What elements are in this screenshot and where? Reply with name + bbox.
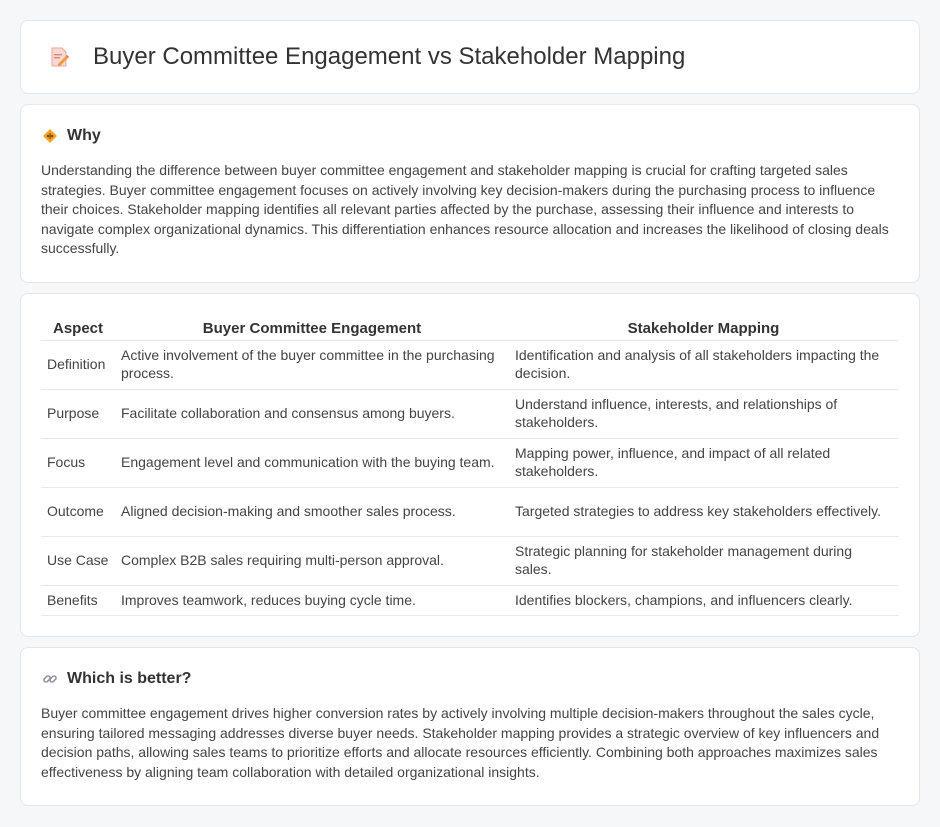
diamond-warning-icon [41, 127, 59, 145]
stakeholder-cell: Targeted strategies to address key stake… [509, 487, 898, 537]
table-row: Purpose Facilitate collaboration and con… [41, 389, 898, 439]
aspect-cell: Use Case [41, 536, 115, 586]
link-icon [41, 670, 59, 688]
why-text: Understanding the difference between buy… [41, 162, 889, 256]
aspect-cell: Outcome [41, 487, 115, 537]
stakeholder-cell: Strategic planning for stakeholder manag… [509, 536, 898, 586]
column-header-stakeholder-mapping: Stakeholder Mapping [509, 312, 898, 341]
which-better-section: Which is better? Buyer committee engagem… [20, 647, 920, 806]
page-title: Buyer Committee Engagement vs Stakeholde… [93, 43, 686, 70]
why-heading: Why [67, 127, 101, 144]
stakeholder-cell: Identification and analysis of all stake… [509, 340, 898, 390]
stakeholder-cell: Identifies blockers, champions, and infl… [509, 585, 898, 616]
aspect-cell: Focus [41, 438, 115, 488]
aspect-cell: Definition [41, 340, 115, 390]
stakeholder-cell: Understand influence, interests, and rel… [509, 389, 898, 439]
comparison-table: Aspect Buyer Committee Engagement Stakeh… [41, 312, 898, 616]
page-header: Buyer Committee Engagement vs Stakeholde… [20, 20, 920, 94]
table-row: Definition Active involvement of the buy… [41, 340, 898, 390]
aspect-cell: Benefits [41, 585, 115, 616]
table-row: Outcome Aligned decision-making and smoo… [41, 487, 898, 537]
buyer-cell: Facilitate collaboration and consensus a… [115, 389, 509, 439]
table-row: Focus Engagement level and communication… [41, 438, 898, 488]
buyer-cell: Engagement level and communication with … [115, 438, 509, 488]
column-header-buyer-committee: Buyer Committee Engagement [115, 312, 509, 341]
why-section: Why Understanding the difference between… [20, 104, 920, 283]
stakeholder-cell: Mapping power, influence, and impact of … [509, 438, 898, 488]
buyer-cell: Complex B2B sales requiring multi-person… [115, 536, 509, 586]
buyer-cell: Active involvement of the buyer committe… [115, 340, 509, 390]
table-row: Benefits Improves teamwork, reduces buyi… [41, 585, 898, 616]
which-better-heading: Which is better? [67, 670, 192, 687]
which-better-text: Buyer committee engagement drives higher… [41, 705, 880, 780]
column-header-aspect: Aspect [41, 312, 115, 341]
table-row: Use Case Complex B2B sales requiring mul… [41, 536, 898, 586]
comparison-section: Aspect Buyer Committee Engagement Stakeh… [20, 293, 920, 637]
aspect-cell: Purpose [41, 389, 115, 439]
buyer-cell: Aligned decision-making and smoother sal… [115, 487, 509, 537]
edit-document-icon [45, 43, 73, 71]
buyer-cell: Improves teamwork, reduces buying cycle … [115, 585, 509, 616]
